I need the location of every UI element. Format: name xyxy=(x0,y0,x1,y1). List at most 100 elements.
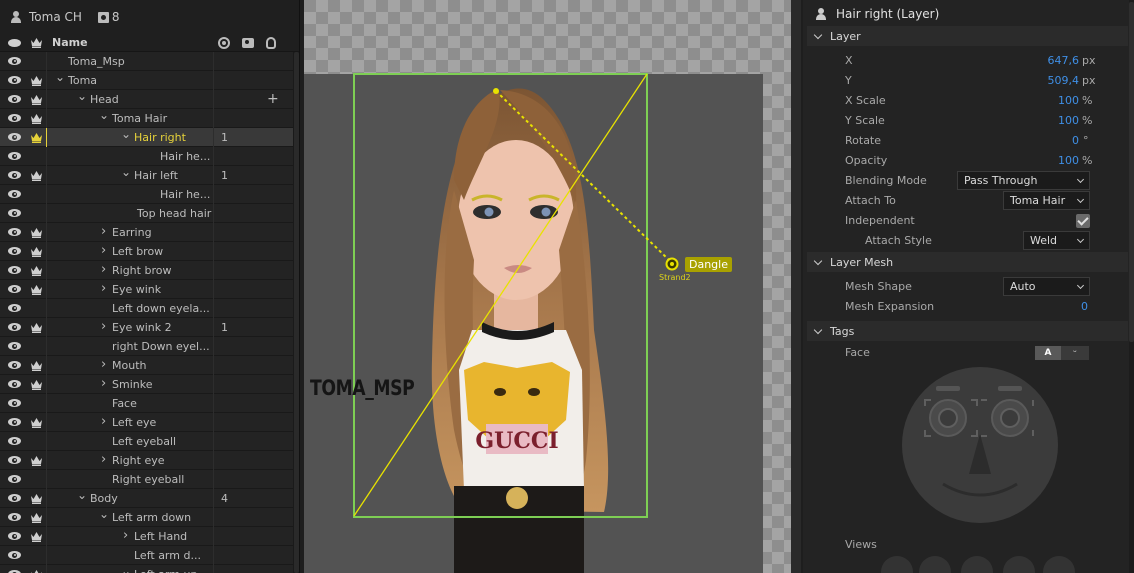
crown-icon[interactable] xyxy=(30,265,43,276)
layer-row[interactable]: ⌄Left arm up xyxy=(0,564,293,573)
canvas-scrollbar[interactable] xyxy=(791,0,801,573)
layer-row[interactable]: › Left Hand xyxy=(0,527,293,546)
crown-icon[interactable] xyxy=(30,170,43,181)
layer-row[interactable]: ⌄ Head + xyxy=(0,89,293,109)
layer-row[interactable]: Toma_Msp xyxy=(0,52,293,71)
layer-row[interactable]: Left eyeball xyxy=(0,432,293,451)
hand-icon[interactable] xyxy=(266,37,276,49)
layer-row[interactable]: › Eye wink xyxy=(0,280,293,299)
layer-row[interactable]: Hair he... xyxy=(0,147,293,166)
eye-icon[interactable] xyxy=(8,304,21,312)
chevron-right-icon[interactable]: › xyxy=(101,452,106,467)
chevron-right-icon[interactable]: › xyxy=(101,281,106,296)
eye-icon[interactable] xyxy=(8,95,21,103)
layer-mesh-section-header[interactable]: Layer Mesh xyxy=(807,252,1128,272)
layer-row[interactable]: Hair he... xyxy=(0,185,293,204)
attach-to-dropdown[interactable]: Toma Hair xyxy=(1003,191,1090,210)
blending-mode-dropdown[interactable]: Pass Through xyxy=(957,171,1090,190)
dangle-behavior-tag[interactable]: Dangle xyxy=(685,257,732,272)
chevron-down-icon[interactable]: ⌄ xyxy=(121,165,131,179)
dangle-handle-icon[interactable] xyxy=(665,257,679,271)
layer-row[interactable]: Face xyxy=(0,394,293,413)
view-face-icon[interactable] xyxy=(1043,556,1075,573)
record-icon[interactable] xyxy=(218,37,230,49)
layer-name[interactable]: Left arm up xyxy=(134,568,197,573)
y-scale-value[interactable]: 100 xyxy=(1035,114,1079,127)
crown-icon[interactable] xyxy=(30,531,43,542)
layer-row[interactable]: › Sminke xyxy=(0,375,293,394)
eye-icon[interactable] xyxy=(8,190,21,198)
chevron-down-icon[interactable]: ⌄ xyxy=(55,70,65,84)
chevron-down-icon[interactable]: ⌄ xyxy=(121,564,131,573)
layer-row[interactable]: › Right eye xyxy=(0,451,293,470)
chevron-down-icon[interactable]: ⌄ xyxy=(99,507,109,521)
crown-icon[interactable] xyxy=(30,37,43,48)
view-face-icon[interactable] xyxy=(919,556,951,573)
eye-icon[interactable] xyxy=(8,418,21,426)
layer-row[interactable]: Left down eyela... xyxy=(0,299,293,318)
chevron-right-icon[interactable]: › xyxy=(101,376,106,391)
layer-row[interactable]: › Earring xyxy=(0,223,293,242)
crown-icon[interactable] xyxy=(30,417,43,428)
x-scale-value[interactable]: 100 xyxy=(1035,94,1079,107)
crown-icon[interactable] xyxy=(30,360,43,371)
layer-name[interactable]: Toma_Msp xyxy=(68,55,125,68)
layer-name[interactable]: Face xyxy=(112,397,137,410)
eye-icon[interactable] xyxy=(8,209,21,217)
layer-row[interactable]: ⌄ Toma Hair xyxy=(0,108,293,128)
layer-name[interactable]: Left arm down xyxy=(112,511,191,524)
crown-icon[interactable] xyxy=(30,455,43,466)
layer-name[interactable]: Eye wink xyxy=(112,283,161,296)
crown-icon[interactable] xyxy=(30,512,43,523)
layer-name[interactable]: Toma Hair xyxy=(112,112,167,125)
layer-name[interactable]: Earring xyxy=(112,226,152,239)
layer-name[interactable]: Left down eyela... xyxy=(112,302,210,315)
eye-icon[interactable] xyxy=(8,551,21,559)
layer-row[interactable]: › Left eye xyxy=(0,413,293,432)
eye-icon[interactable] xyxy=(8,437,21,445)
camera-column-icon[interactable] xyxy=(242,38,254,48)
eye-icon[interactable] xyxy=(8,361,21,369)
layer-name[interactable]: Right eyeball xyxy=(112,473,184,486)
attach-style-dropdown[interactable]: Weld xyxy=(1023,231,1090,250)
layer-row[interactable]: Left arm d... xyxy=(0,546,293,565)
eye-icon[interactable] xyxy=(8,475,21,483)
chevron-right-icon[interactable]: › xyxy=(101,243,106,258)
view-face-icon[interactable] xyxy=(1003,556,1035,573)
layer-name[interactable]: Sminke xyxy=(112,378,152,391)
layer-name[interactable]: Left Hand xyxy=(134,530,187,543)
eye-icon[interactable] xyxy=(8,39,21,47)
eye-icon[interactable] xyxy=(8,323,21,331)
crown-icon[interactable] xyxy=(30,113,43,124)
scene-canvas[interactable]: GUCCI TOMA_MSP Dangle Strand2 xyxy=(304,0,801,573)
eye-icon[interactable] xyxy=(8,342,21,350)
layer-name[interactable]: Right eye xyxy=(112,454,165,467)
layer-row[interactable]: ⌄ Body 4 xyxy=(0,488,293,508)
layer-name[interactable]: Head xyxy=(90,93,119,106)
name-column-label[interactable]: Name xyxy=(52,36,88,49)
layer-name[interactable]: right Down eyel... xyxy=(112,340,210,353)
chevron-right-icon[interactable]: › xyxy=(101,262,106,277)
tag-view-toggle[interactable]: A ᵕ xyxy=(1035,346,1089,360)
layer-section-header[interactable]: Layer xyxy=(807,26,1128,46)
eye-icon[interactable] xyxy=(8,152,21,160)
eye-icon[interactable] xyxy=(8,494,21,502)
layer-name[interactable]: Top head hair xyxy=(137,207,211,220)
properties-scrollbar[interactable] xyxy=(1129,0,1134,573)
independent-checkbox[interactable] xyxy=(1076,214,1090,228)
x-value[interactable]: 647,6 xyxy=(1035,54,1080,67)
chevron-down-icon[interactable]: ⌄ xyxy=(99,108,109,122)
eye-icon[interactable] xyxy=(8,380,21,388)
rotate-value[interactable]: 0 xyxy=(1035,134,1079,147)
layer-name[interactable]: Hair he... xyxy=(160,150,210,163)
layer-name[interactable]: Left brow xyxy=(112,245,163,258)
crown-icon[interactable] xyxy=(30,284,43,295)
add-icon[interactable]: + xyxy=(267,91,279,107)
text-tag-view-button[interactable]: A xyxy=(1035,346,1061,360)
chevron-down-icon[interactable]: ⌄ xyxy=(77,488,87,502)
chevron-down-icon[interactable]: ⌄ xyxy=(77,89,87,103)
layer-row[interactable]: › Mouth xyxy=(0,356,293,375)
layer-row[interactable]: right Down eyel... xyxy=(0,337,293,356)
eye-icon[interactable] xyxy=(8,171,21,179)
layer-row[interactable]: Right eyeball xyxy=(0,470,293,489)
